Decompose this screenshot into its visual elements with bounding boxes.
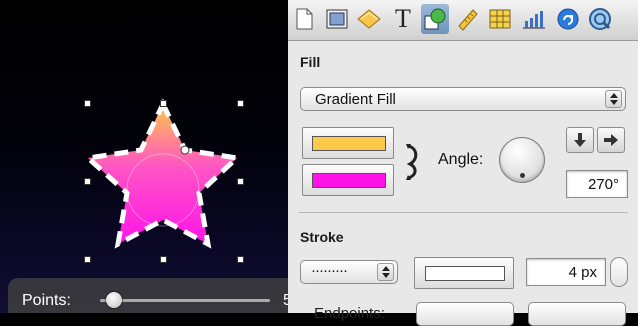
fill-type-popup[interactable]: Gradient Fill <box>300 87 626 111</box>
document-icon <box>296 8 313 30</box>
endpoints-label: Endpoints: <box>314 305 385 322</box>
arrow-down-icon <box>574 133 586 147</box>
metrics-inspector-button[interactable] <box>454 4 482 34</box>
gradient-end-swatch <box>312 173 386 188</box>
slide-canvas[interactable]: Points: 5 <box>0 0 288 313</box>
angle-label: Angle: <box>438 151 484 168</box>
points-label: Points: <box>22 292 71 309</box>
stroke-color-well[interactable] <box>414 257 514 289</box>
gradient-start-color-well[interactable] <box>302 127 394 159</box>
stroke-pattern-popup[interactable]: ········· <box>300 260 398 284</box>
quicktime-inspector-button[interactable] <box>586 4 614 34</box>
selection-handle-ml[interactable] <box>84 178 91 185</box>
graphic-icon <box>357 9 381 29</box>
angle-indicator <box>520 173 525 178</box>
hyperlink-inspector-button[interactable] <box>554 4 582 34</box>
inspector-panel: T Fill Gradient Fill Angle: 270° Stroke … <box>288 0 638 326</box>
build-inspector-button[interactable] <box>355 4 383 34</box>
stroke-section-title: Stroke <box>300 229 344 245</box>
selection-handle-tc[interactable] <box>160 100 167 107</box>
gradient-direction-down-button[interactable] <box>566 127 594 153</box>
angle-wheel[interactable] <box>499 137 545 183</box>
table-icon <box>489 9 511 29</box>
selection-handle-tr[interactable] <box>237 100 244 107</box>
arrow-right-icon <box>604 134 618 146</box>
section-divider <box>298 212 628 213</box>
selection-handle-tl[interactable] <box>84 100 91 107</box>
points-slider-track[interactable] <box>100 299 270 302</box>
text-inspector-button[interactable]: T <box>389 4 417 34</box>
selection-handle-bc[interactable] <box>160 256 167 263</box>
selection-handle-mr[interactable] <box>237 178 244 185</box>
ruler-icon <box>458 9 478 31</box>
angle-value: 270° <box>587 176 619 193</box>
chart-icon <box>523 11 545 29</box>
quicktime-icon <box>589 8 611 30</box>
text-icon: T <box>395 4 411 33</box>
angle-field[interactable]: 270° <box>566 170 628 198</box>
star-radius-handle[interactable] <box>180 145 190 155</box>
table-inspector-button[interactable] <box>486 4 514 34</box>
star-shape[interactable] <box>82 98 243 249</box>
stroke-width-value: 4 px <box>568 264 597 281</box>
popup-arrows-icon <box>605 90 622 108</box>
document-inspector-button[interactable] <box>290 4 318 34</box>
stroke-color-swatch <box>425 266 505 281</box>
chart-inspector-button[interactable] <box>520 4 548 34</box>
stroke-pattern-value: ········· <box>311 262 348 279</box>
endpoint-end-popup[interactable] <box>528 302 626 326</box>
inspector-toolbar: T <box>288 0 638 41</box>
stroke-width-field[interactable]: 4 px <box>526 258 606 286</box>
slide-inspector-button[interactable] <box>323 4 351 34</box>
popup-arrows-icon <box>377 263 394 281</box>
points-slider-thumb[interactable] <box>105 292 122 308</box>
fill-type-value: Gradient Fill <box>315 91 396 108</box>
stroke-width-stepper[interactable] <box>610 257 628 287</box>
points-hud: Points: 5 <box>8 278 288 313</box>
gradient-direction-right-button[interactable] <box>597 127 625 153</box>
graphic-inspector-button[interactable] <box>421 4 449 34</box>
endpoint-start-popup[interactable] <box>416 302 514 326</box>
window-icon <box>326 9 348 29</box>
selection-handle-br[interactable] <box>237 256 244 263</box>
fill-section-title: Fill <box>300 54 321 70</box>
swap-colors-icon[interactable] <box>404 142 420 182</box>
link-icon <box>557 8 579 30</box>
selection-handle-bl[interactable] <box>84 256 91 263</box>
shape-icon <box>424 8 446 30</box>
gradient-start-swatch <box>312 136 386 151</box>
gradient-end-color-well[interactable] <box>302 164 394 196</box>
star-shape-canvas[interactable] <box>0 0 288 313</box>
